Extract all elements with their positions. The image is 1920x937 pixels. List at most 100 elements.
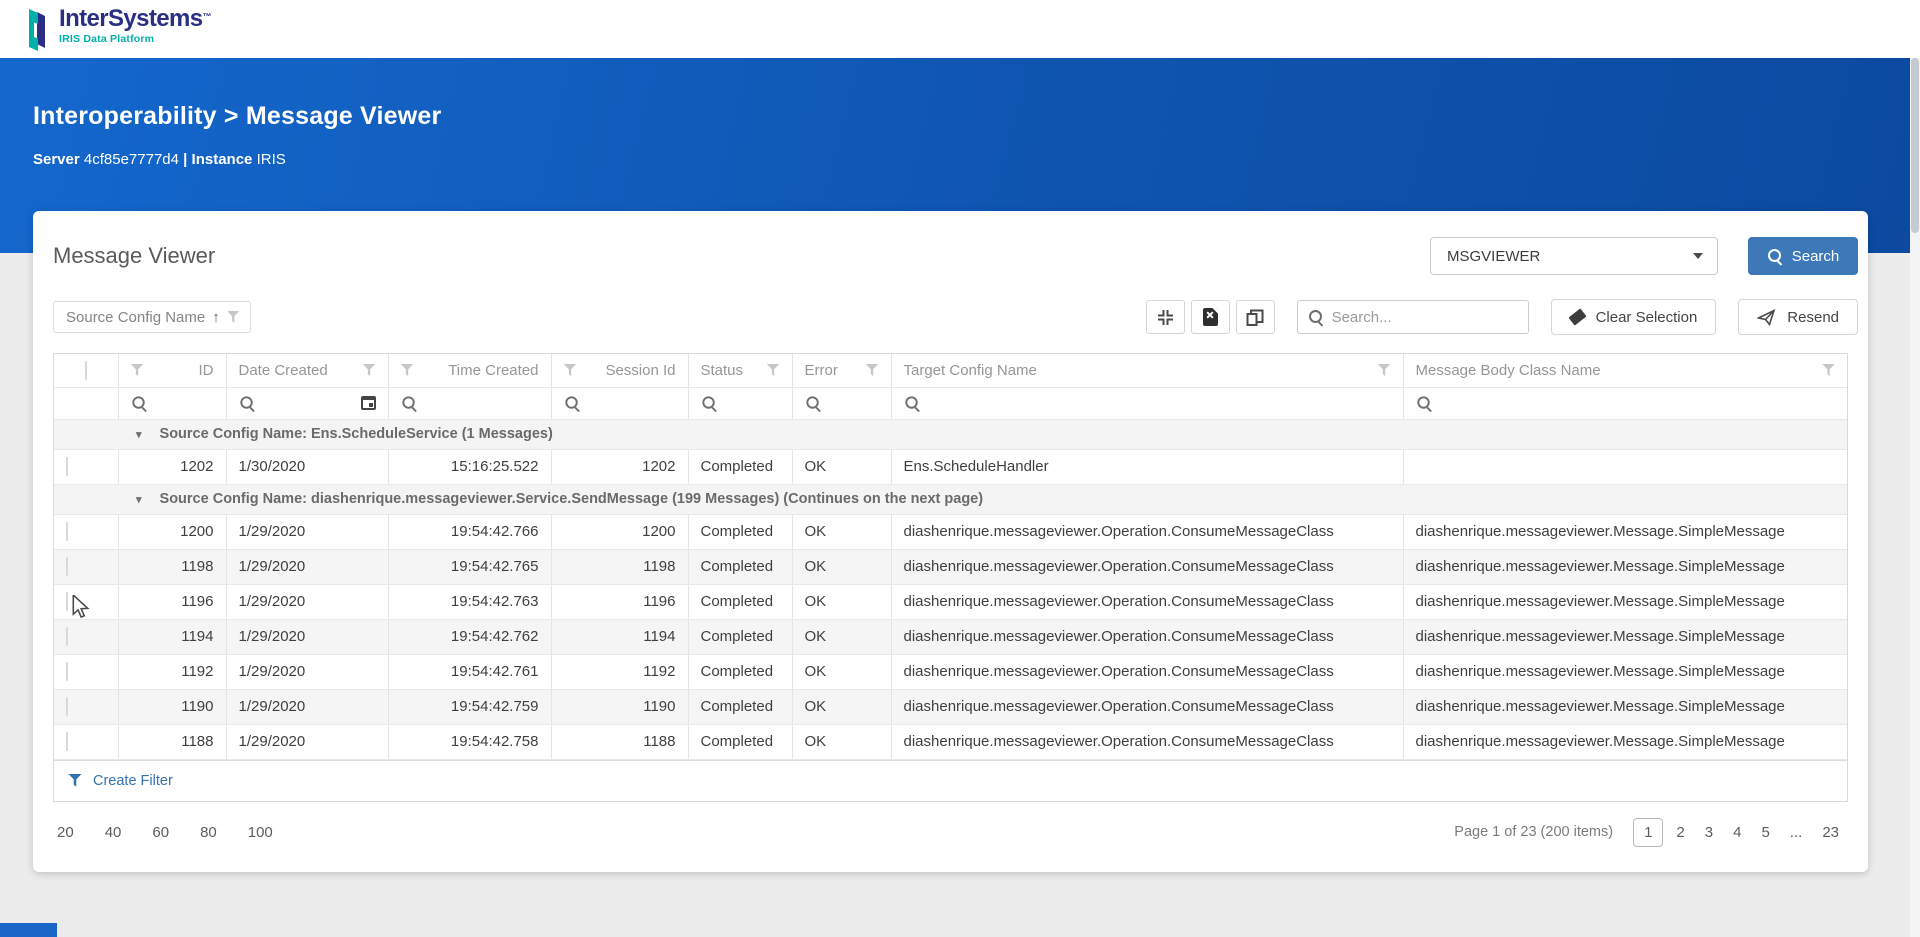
filter-funnel-icon[interactable] [227,311,240,324]
table-row[interactable]: 1192 1/29/2020 19:54:42.761 1192 Complet… [54,654,1847,689]
row-checkbox[interactable] [66,522,68,541]
cell-error: OK [792,514,891,549]
collapse-triangle-icon[interactable]: ▾ [136,429,142,441]
pager-page[interactable]: ... [1783,819,1810,846]
table-row[interactable]: 1202 1/30/2020 15:16:25.522 1202 Complet… [54,449,1847,484]
filter-funnel-icon[interactable] [1822,364,1835,377]
filter-cell-target-config-name[interactable] [891,387,1403,419]
instance-value: IRIS [257,151,286,168]
create-filter-link[interactable]: Create Filter [93,773,173,789]
collapse-all-button[interactable] [1146,300,1185,334]
column-header-time-created[interactable]: Time Created [388,354,551,387]
clear-selection-button[interactable]: Clear Selection [1551,299,1717,335]
column-header-message-body-class-name[interactable]: Message Body Class Name [1403,354,1847,387]
cell-time-created: 19:54:42.762 [388,619,551,654]
group-header-row[interactable]: ▾Source Config Name: Ens.ScheduleService… [54,419,1847,449]
row-checkbox[interactable] [66,557,68,576]
filter-cell-message-body-class-name[interactable] [1403,387,1847,419]
column-header-session-id[interactable]: Session Id [551,354,688,387]
namespace-select[interactable]: MSGVIEWER [1430,237,1718,275]
filter-funnel-icon[interactable] [767,364,780,377]
row-select-cell[interactable] [54,654,118,689]
pager-page[interactable]: 3 [1698,819,1720,846]
table-row[interactable]: 1198 1/29/2020 19:54:42.765 1198 Complet… [54,549,1847,584]
row-select-cell[interactable] [54,724,118,759]
column-header-id[interactable]: ID [118,354,226,387]
create-filter-funnel-icon[interactable] [68,774,82,788]
column-header-target-config-name[interactable]: Target Config Name [891,354,1403,387]
page-size-option[interactable]: 40 [103,820,124,845]
collapse-triangle-icon[interactable]: ▾ [136,494,142,506]
row-checkbox[interactable] [66,457,68,476]
filter-funnel-icon[interactable] [401,364,414,377]
column-header-status[interactable]: Status [688,354,792,387]
cell-date-created: 1/30/2020 [226,449,388,484]
filter-funnel-icon[interactable] [1378,364,1391,377]
page-size-option[interactable]: 60 [150,820,171,845]
table-row[interactable]: 1196 1/29/2020 19:54:42.763 1196 Complet… [54,584,1847,619]
cell-date-created: 1/29/2020 [226,549,388,584]
filter-funnel-icon[interactable] [131,364,144,377]
column-label: Session Id [605,362,675,379]
table-row[interactable]: 1200 1/29/2020 19:54:42.766 1200 Complet… [54,514,1847,549]
table-row[interactable]: 1194 1/29/2020 19:54:42.762 1194 Complet… [54,619,1847,654]
cell-time-created: 19:54:42.763 [388,584,551,619]
page-size-option[interactable]: 80 [198,820,219,845]
pager-page[interactable]: 5 [1754,819,1776,846]
grid-search-box[interactable] [1297,300,1529,334]
table-row[interactable]: 1188 1/29/2020 19:54:42.758 1188 Complet… [54,724,1847,759]
row-select-cell[interactable] [54,584,118,619]
cell-error: OK [792,449,891,484]
scrollbar-thumb[interactable] [1911,58,1919,233]
filter-cell-status[interactable] [688,387,792,419]
row-checkbox[interactable] [66,732,68,751]
page-size-option[interactable]: 20 [55,820,76,845]
cell-message-body-class-name: diashenrique.messageviewer.Message.Simpl… [1403,689,1847,724]
column-header-error[interactable]: Error [792,354,891,387]
cell-time-created: 19:54:42.765 [388,549,551,584]
group-by-chip[interactable]: Source Config Name ↑ [53,301,251,333]
row-select-cell[interactable] [54,514,118,549]
row-select-cell[interactable] [54,689,118,724]
page-size-option[interactable]: 100 [246,820,275,845]
search-icon [904,395,919,410]
row-checkbox[interactable] [66,662,68,681]
search-button[interactable]: Search [1748,237,1858,275]
column-label: ID [199,362,214,379]
filter-cell-session-id[interactable] [551,387,688,419]
filter-funnel-icon[interactable] [866,364,879,377]
group-header-row[interactable]: ▾Source Config Name: diashenrique.messag… [54,484,1847,514]
column-chooser-button[interactable] [1236,300,1275,334]
row-select-cell[interactable] [54,449,118,484]
row-select-cell[interactable] [54,549,118,584]
resend-button[interactable]: Resend [1738,299,1858,335]
row-select-cell[interactable] [54,619,118,654]
row-checkbox[interactable] [66,697,68,716]
table-row[interactable]: 1190 1/29/2020 19:54:42.759 1190 Complet… [54,689,1847,724]
pager-page[interactable]: 4 [1726,819,1748,846]
row-checkbox[interactable] [66,627,68,646]
export-excel-icon [1203,308,1218,326]
pager-page[interactable]: 23 [1815,819,1846,846]
cell-target-config-name: diashenrique.messageviewer.Operation.Con… [891,514,1403,549]
column-header-date-created[interactable]: Date Created [226,354,388,387]
message-viewer-panel: Message Viewer MSGVIEWER Search Source C… [33,211,1868,872]
search-icon [1767,248,1783,264]
filter-cell-error[interactable] [792,387,891,419]
grid-search-input[interactable] [1332,309,1502,326]
filter-funnel-icon[interactable] [363,364,376,377]
select-all-header-cell[interactable] [54,354,118,387]
pager-page[interactable]: 1 [1633,818,1663,847]
filter-funnel-icon[interactable] [564,364,577,377]
select-all-checkbox[interactable] [85,361,87,380]
search-icon [131,395,146,410]
calendar-icon[interactable] [361,396,376,410]
filter-cell-date-created[interactable] [226,387,388,419]
brand-tagline: IRIS Data Platform [59,34,212,45]
pager-page[interactable]: 2 [1669,819,1691,846]
export-excel-button[interactable] [1191,300,1230,334]
row-checkbox[interactable] [66,592,68,611]
filter-cell-time-created[interactable] [388,387,551,419]
filter-cell-id[interactable] [118,387,226,419]
vertical-scrollbar[interactable] [1910,58,1920,937]
